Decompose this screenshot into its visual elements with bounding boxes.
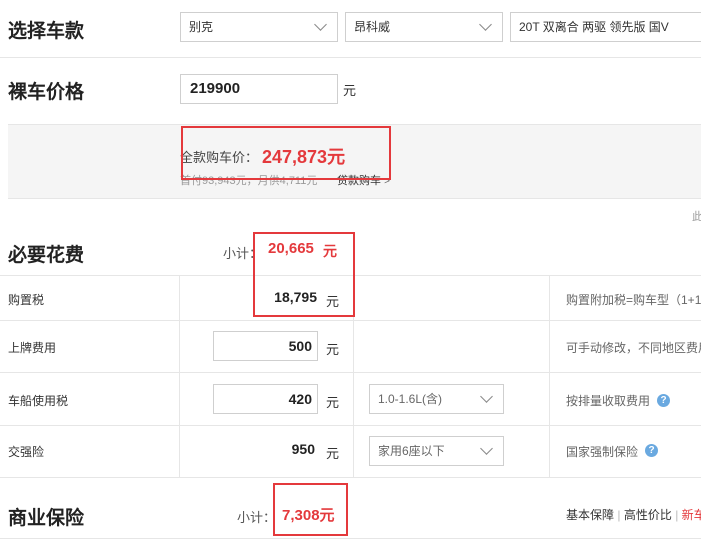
select-car-title: 选择车款 xyxy=(8,21,85,42)
brand-select[interactable]: 别克 xyxy=(180,12,338,42)
bare-price-unit: 元 xyxy=(343,83,357,98)
purchase-tax-note: 购置附加税=购车型（1+1 xyxy=(566,293,701,307)
compulsory-insurance-label: 交强险 xyxy=(8,445,45,459)
highlight-box xyxy=(273,483,348,536)
registration-fee-label: 上牌费用 xyxy=(8,341,57,355)
vehicle-tax-label: 车船使用税 xyxy=(8,394,69,408)
plan-value[interactable]: 高性价比 xyxy=(624,508,672,522)
model-select[interactable]: 20T 双离合 两驱 领先版 国V xyxy=(510,12,701,42)
bare-price-input[interactable]: 219900 xyxy=(180,74,338,104)
help-icon[interactable]: ? xyxy=(657,394,670,407)
plan-new-car[interactable]: 新车 xyxy=(682,508,701,522)
required-costs-title: 必要花费 xyxy=(8,245,85,266)
purchase-tax-label: 购置税 xyxy=(8,293,45,307)
highlight-box xyxy=(181,126,391,180)
model-select-value: 20T 双离合 两驱 领先版 国V xyxy=(519,20,669,34)
plan-separator: | xyxy=(675,508,679,522)
highlight-box xyxy=(253,232,355,317)
plan-separator: | xyxy=(617,508,621,522)
compulsory-insurance-value: 950 xyxy=(291,441,315,457)
chevron-down-icon xyxy=(314,18,327,31)
brand-select-value: 别克 xyxy=(189,20,214,34)
commercial-insurance-title: 商业保险 xyxy=(8,508,85,529)
compulsory-insurance-note: 国家强制保险 xyxy=(566,445,639,459)
chevron-down-icon xyxy=(480,442,493,455)
divider xyxy=(0,372,701,373)
vehicle-tax-unit: 元 xyxy=(326,395,340,410)
registration-fee-note: 可手动修改，不同地区费用 xyxy=(566,341,701,355)
vehicle-tax-input[interactable]: 420 xyxy=(213,384,318,414)
insurance-plan-tabs: 基本保障 | 高性价比 | 新车 xyxy=(566,506,701,523)
divider xyxy=(0,57,701,58)
plan-basic[interactable]: 基本保障 xyxy=(566,508,614,522)
seat-type-select[interactable]: 家用6座以下 xyxy=(369,436,504,466)
compulsory-insurance-unit: 元 xyxy=(326,446,340,461)
help-icon[interactable]: ? xyxy=(645,444,658,457)
series-select-value: 昂科威 xyxy=(354,20,391,34)
divider xyxy=(0,477,701,478)
bare-price-title: 裸车价格 xyxy=(8,82,85,103)
divider xyxy=(0,425,701,426)
chevron-down-icon xyxy=(479,18,492,31)
divider xyxy=(0,320,701,321)
vehicle-tax-note: 按排量收取费用 xyxy=(566,394,651,408)
commercial-subtotal-label: 小计： xyxy=(237,510,277,525)
registration-fee-unit: 元 xyxy=(326,342,340,357)
series-select[interactable]: 昂科威 xyxy=(345,12,503,42)
column-divider xyxy=(549,275,550,477)
seat-type-select-value: 家用6座以下 xyxy=(378,444,445,458)
displacement-select-value: 1.0-1.6L(含) xyxy=(378,392,443,406)
edge-text: 此 xyxy=(692,211,701,223)
column-divider xyxy=(179,275,180,477)
registration-fee-input[interactable]: 500 xyxy=(213,331,318,361)
displacement-select[interactable]: 1.0-1.6L(含) xyxy=(369,384,504,414)
chevron-down-icon xyxy=(480,390,493,403)
